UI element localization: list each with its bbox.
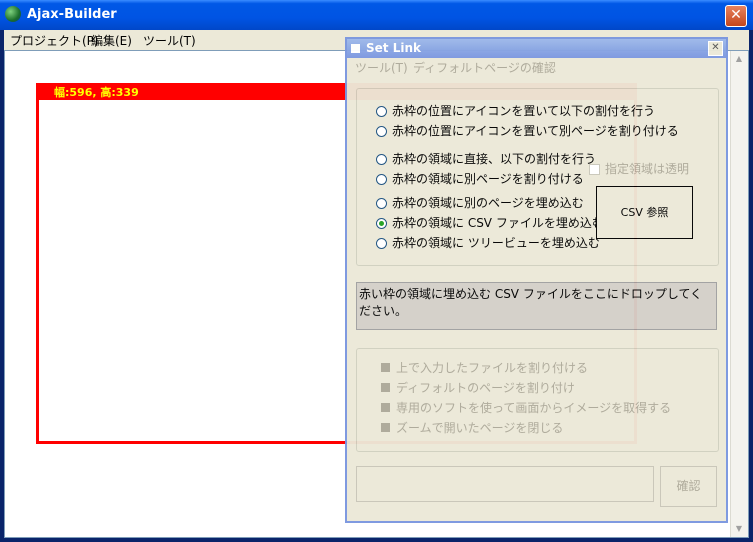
menu-tools[interactable]: ツール(T) (143, 32, 196, 49)
confirm-button[interactable]: 確認 (660, 466, 717, 507)
option-direct-assign-label: 赤枠の領域に直接、以下の割付を行う (392, 152, 597, 166)
option-embed-page-radio[interactable] (376, 198, 387, 209)
dialog-close-button[interactable]: ✕ (708, 41, 723, 56)
option-embed-csv-radio[interactable] (376, 218, 387, 229)
set-link-dialog: Set Link ✕ ツール(T) ディフォルトページの確認 赤枠の位置にアイコ… (345, 37, 728, 523)
option-embed-page-label: 赤枠の領域に別のページを埋め込む (392, 196, 584, 210)
option-embed-tree-radio[interactable] (376, 238, 387, 249)
dialog-title-bar[interactable]: Set Link ✕ (347, 39, 726, 58)
option-icon-page-label: 赤枠の位置にアイコンを置いて別ページを割り付ける (392, 124, 679, 138)
globe-icon (5, 6, 21, 22)
transparent-checkbox[interactable] (589, 164, 600, 175)
window-title: Ajax-Builder (27, 7, 117, 22)
assign-file-marker-icon (381, 363, 390, 372)
menu-project[interactable]: プロジェクト(P) (10, 32, 99, 49)
option-embed-tree-label: 赤枠の領域に ツリービューを埋め込む (392, 236, 600, 250)
assign-default-marker-icon (381, 383, 390, 392)
option-embed-csv-label: 赤枠の領域に CSV ファイルを埋め込む (392, 216, 604, 230)
option-icon-assign-radio[interactable] (376, 106, 387, 117)
dialog-menu-tools[interactable]: ツール(T) (355, 59, 408, 76)
close-zoom-option[interactable]: ズームで開いたページを閉じる (396, 419, 563, 436)
close-zoom-marker-icon (381, 423, 390, 432)
option-area-page-radio[interactable] (376, 174, 387, 185)
dialog-title: Set Link (366, 41, 421, 55)
selection-size-text: 幅:596, 高:339 (54, 86, 139, 99)
capture-image-option[interactable]: 専用のソフトを使って画面からイメージを取得する (396, 399, 671, 416)
menu-edit[interactable]: 編集(E) (91, 32, 132, 49)
status-field (356, 466, 654, 502)
scroll-down-icon[interactable]: ▼ (731, 521, 747, 537)
dialog-menu-default-page[interactable]: ディフォルトページの確認 (413, 59, 556, 76)
title-bar[interactable]: Ajax-Builder ✕ (0, 0, 753, 30)
option-direct-assign-radio[interactable] (376, 154, 387, 165)
window-icon (351, 44, 360, 53)
assign-file-option[interactable]: 上で入力したファイルを割り付ける (396, 359, 588, 376)
assign-default-option[interactable]: ディフォルトのページを割り付け (396, 379, 575, 396)
option-icon-assign-label: 赤枠の位置にアイコンを置いて以下の割付を行う (392, 104, 656, 118)
vertical-scrollbar[interactable]: ▲ ▼ (730, 51, 748, 537)
main-window: Ajax-Builder ✕ プロジェクト(P) 編集(E) ツール(T) ▲ … (0, 0, 753, 542)
csv-browse-button[interactable]: CSV 参照 (596, 186, 693, 239)
option-area-page-label: 赤枠の領域に別ページを割り付ける (392, 172, 584, 186)
scroll-up-icon[interactable]: ▲ (731, 51, 747, 67)
csv-drop-area[interactable]: 赤い枠の領域に埋め込む CSV ファイルをここにドロップしてください。 (356, 282, 717, 330)
link-options-group: 赤枠の位置にアイコンを置いて以下の割付を行う 赤枠の位置にアイコンを置いて別ペー… (356, 88, 719, 266)
capture-image-marker-icon (381, 403, 390, 412)
close-button[interactable]: ✕ (725, 5, 747, 27)
assign-options-group: 上で入力したファイルを割り付ける ディフォルトのページを割り付け 専用のソフトを… (356, 348, 719, 452)
transparent-checkbox-label: 指定領域は透明 (605, 162, 690, 176)
option-icon-page-radio[interactable] (376, 126, 387, 137)
